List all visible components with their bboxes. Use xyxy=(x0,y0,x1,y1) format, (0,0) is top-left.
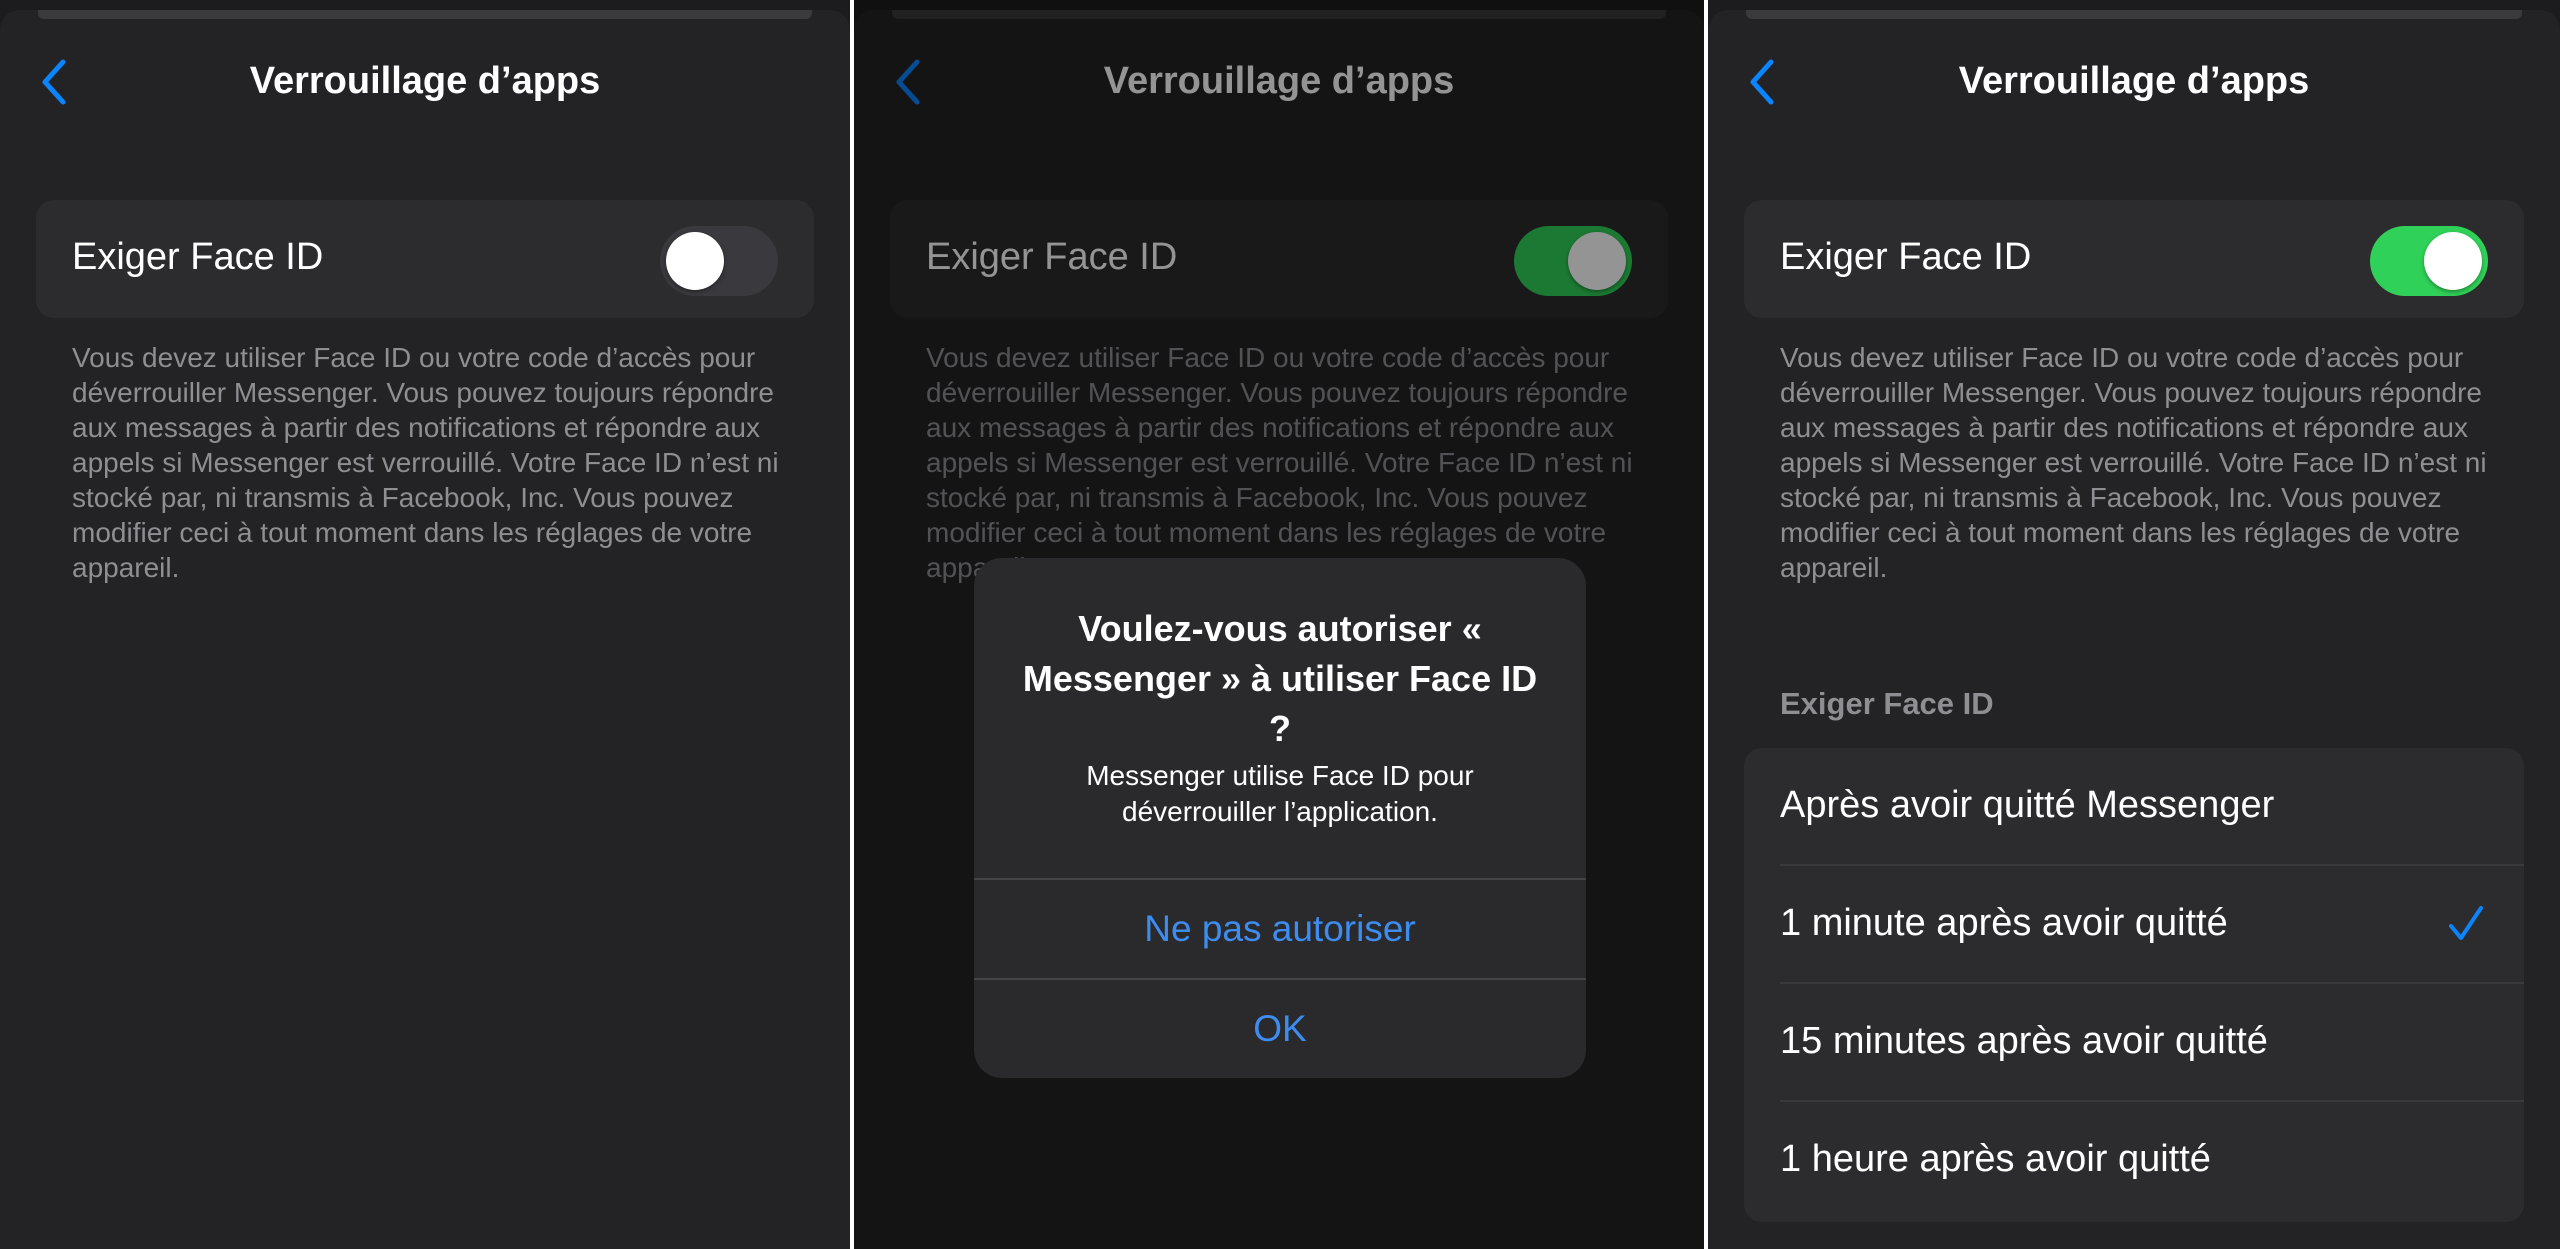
face-id-permission-alert: Voulez-vous autoriser « Messenger » à ut… xyxy=(974,558,1586,1078)
option-label: 1 minute après avoir quitté xyxy=(1780,902,2228,944)
page-title: Verrouillage d’apps xyxy=(249,60,601,102)
sheet-grabber xyxy=(1746,10,2522,19)
screen-permission-alert: Verrouillage d’apps Exiger Face ID Vous … xyxy=(854,0,1704,1249)
section-header: Exiger Face ID xyxy=(1780,686,1994,721)
list-item[interactable]: 1 heure après avoir quitté xyxy=(1780,1102,2524,1220)
deny-button[interactable]: Ne pas autoriser xyxy=(974,880,1586,978)
face-id-switch[interactable] xyxy=(2370,226,2488,296)
list-item[interactable]: 15 minutes après avoir quitté xyxy=(1780,984,2524,1102)
face-id-toggle-row: Exiger Face ID xyxy=(36,200,814,318)
ok-button[interactable]: OK xyxy=(974,980,1586,1078)
option-label: 1 heure après avoir quitté xyxy=(1780,1138,2211,1180)
lock-timing-options: Après avoir quitté Messenger 1 minute ap… xyxy=(1744,748,2524,1222)
alert-title: Voulez-vous autoriser « Messenger » à ut… xyxy=(1022,608,1538,749)
screen-toggle-off: Verrouillage d’apps Exiger Face ID Vous … xyxy=(0,0,850,1249)
screen-toggle-on-options: Verrouillage d’apps Exiger Face ID Vous … xyxy=(1708,0,2560,1249)
nav-bar: Verrouillage d’apps xyxy=(0,30,850,134)
settings-sheet: Verrouillage d’apps Exiger Face ID Vous … xyxy=(1708,10,2560,1249)
nav-bar: Verrouillage d’apps xyxy=(1708,30,2560,134)
switch-knob xyxy=(2424,232,2482,290)
toggle-label: Exiger Face ID xyxy=(72,236,324,278)
settings-sheet: Verrouillage d’apps Exiger Face ID Vous … xyxy=(0,10,850,1249)
sheet-grabber xyxy=(38,10,812,19)
checkmark-icon xyxy=(2449,906,2483,940)
list-item[interactable]: Après avoir quitté Messenger xyxy=(1780,748,2524,866)
list-item[interactable]: 1 minute après avoir quitté xyxy=(1780,866,2524,984)
description-text: Vous devez utiliser Face ID ou votre cod… xyxy=(1780,342,2487,583)
toggle-label: Exiger Face ID xyxy=(1780,236,2032,278)
option-label: 15 minutes après avoir quitté xyxy=(1780,1020,2268,1062)
face-id-switch[interactable] xyxy=(660,226,778,296)
description-text: Vous devez utiliser Face ID ou votre cod… xyxy=(72,342,779,583)
option-label: Après avoir quitté Messenger xyxy=(1780,784,2275,826)
page-title: Verrouillage d’apps xyxy=(1958,60,2310,102)
switch-knob xyxy=(666,232,724,290)
alert-message: Messenger utilise Face ID pour déverroui… xyxy=(1086,760,1474,827)
face-id-toggle-row: Exiger Face ID xyxy=(1744,200,2524,318)
